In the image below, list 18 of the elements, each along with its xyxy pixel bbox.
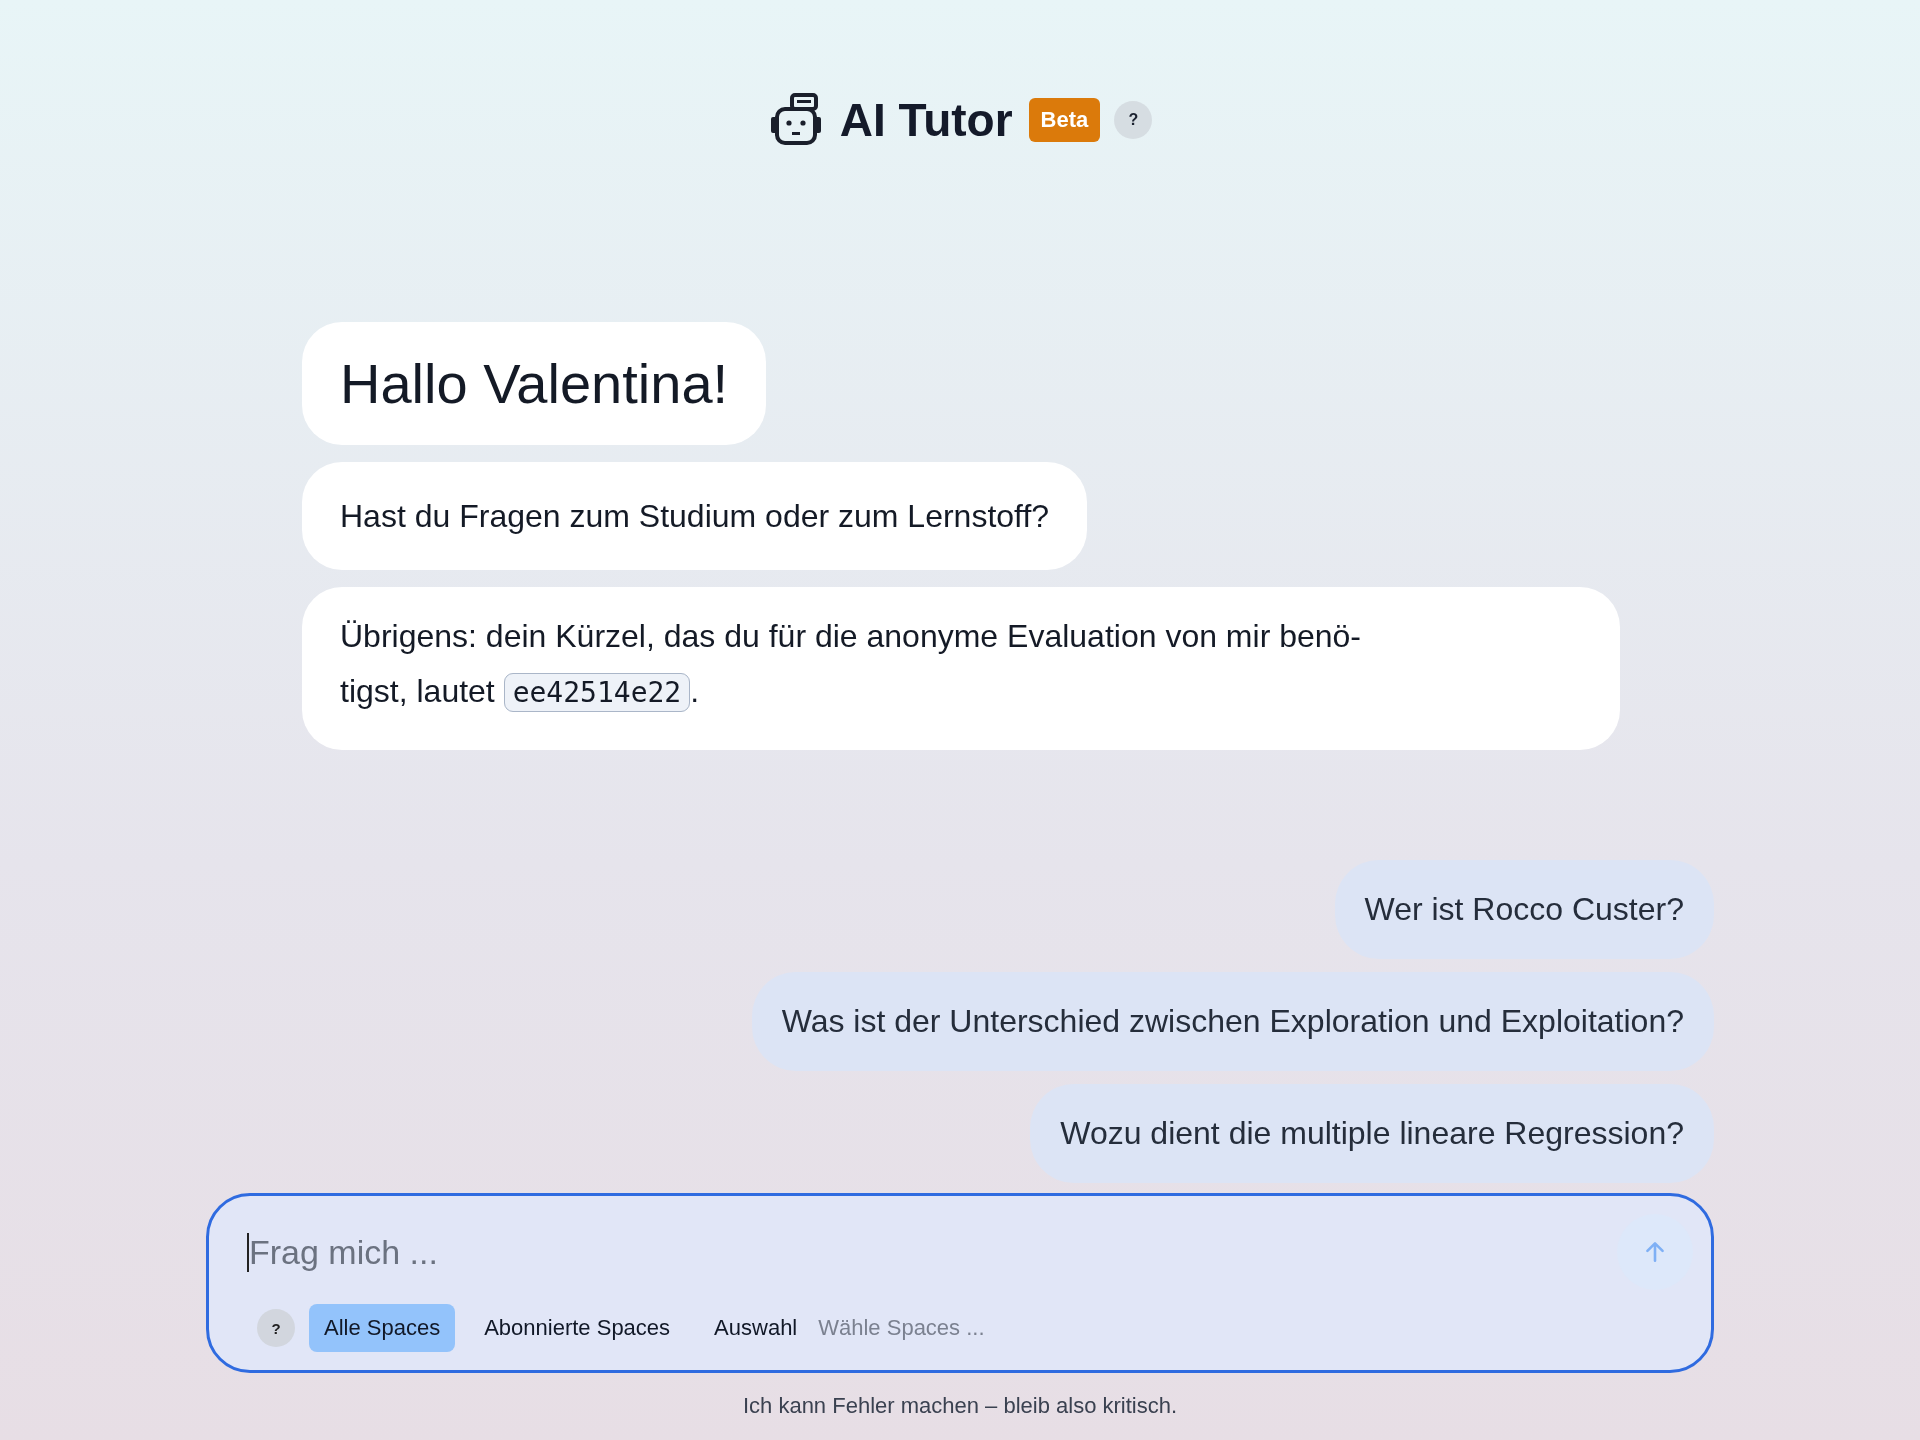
message-text: Übrigens: dein Kürzel, das du für die anonyme Evaluation von mir benö- tigst, lautet ee42514e22 . [340,609,1582,720]
disclaimer-text: Ich kann Fehler machen – bleib also kritisch. [742,1393,1178,1419]
user-message: Wozu dient die multiple lineare Regression? [1030,1084,1714,1183]
user-message: Was ist der Unterschied zwischen Exploration und Exploitation? [751,972,1714,1071]
message-text: Hast du Fragen zum Studium oder zum Lernstoff? [340,496,1050,536]
beta-badge: Beta [1028,98,1101,142]
app-title: AI Tutor [839,93,1013,147]
message-input[interactable]: Frag mich ... [247,1232,1607,1272]
help-button[interactable]: ? [257,1309,295,1347]
help-button[interactable]: ? [1114,101,1153,139]
greeting-text: Hallo Valentina! [340,351,729,416]
space-picker-field[interactable]: Wähle Spaces ... [818,1315,1079,1341]
user-message: Wer ist Rocco Custer? [1334,860,1714,959]
scope-tab[interactable]: Auswahl [699,1304,813,1352]
scope-tab[interactable]: Abonnierte Spaces [469,1304,686,1352]
scope-tab[interactable]: Alle Spaces [309,1304,456,1352]
chat-input-box[interactable]: Frag mich ... ? Alle Spaces Abonnierte Spaces Auswahl Wähle Spaces ... [206,1193,1714,1373]
code-chip: ee42514e22 [503,673,691,712]
